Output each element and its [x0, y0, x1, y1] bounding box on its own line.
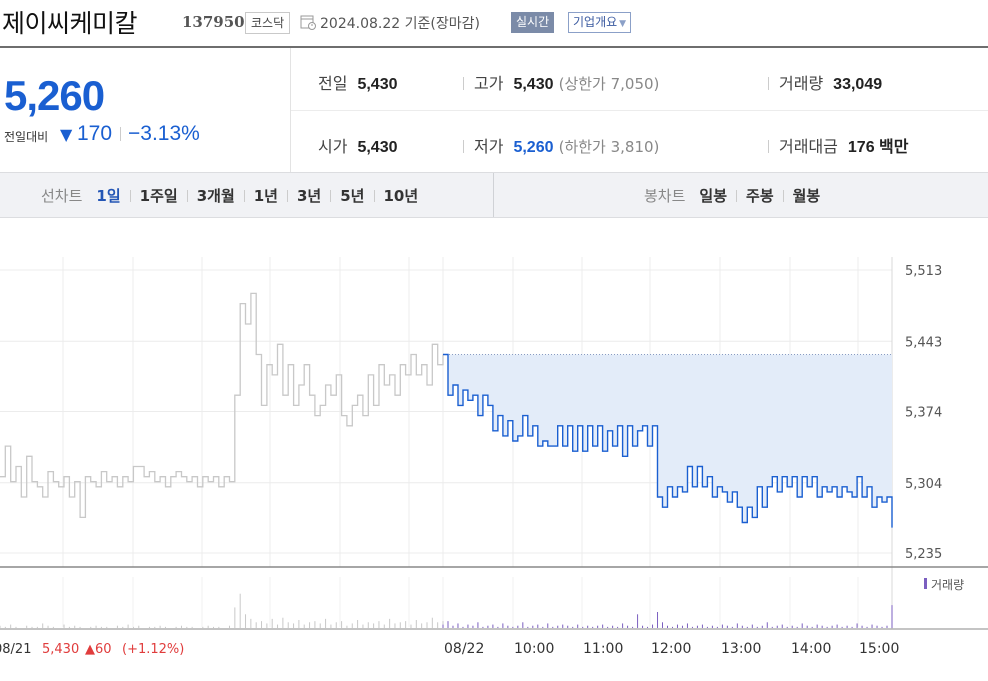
- y-tick-label: 5,513: [905, 264, 942, 279]
- x-tick-label: 11:00: [583, 641, 623, 657]
- divider: [493, 173, 494, 217]
- y-tick-label: 5,374: [905, 406, 942, 421]
- x-tick-label: 15:00: [859, 641, 899, 657]
- lower-limit: (하한가 3,810): [558, 138, 660, 156]
- prev-day-line: [0, 292, 444, 519]
- line-chart-title: 선차트: [41, 187, 83, 205]
- x-tick-label: 13:00: [721, 641, 761, 657]
- intraday-chart[interactable]: 5,513 5,443 5,374 5,304 5,235 거래량 08/22 10:00 11…: [0, 217, 988, 681]
- change-percent: −3.13%: [128, 122, 200, 145]
- high-cell: 고가 5,430 (상한가 7,050): [463, 70, 659, 94]
- y-tick-label: 5,443: [905, 335, 942, 350]
- company-overview-button[interactable]: 기업개요 ▼: [568, 12, 632, 33]
- tab-1y[interactable]: 1년: [254, 187, 278, 205]
- tab-1d[interactable]: 1일: [96, 187, 120, 205]
- change-label: 전일대비: [4, 130, 49, 144]
- tab-1w[interactable]: 1주일: [140, 187, 178, 205]
- x-tick-label: 14:00: [791, 641, 831, 657]
- divider: [463, 140, 464, 153]
- tab-5y[interactable]: 5년: [340, 187, 364, 205]
- x-tick-label: 12:00: [651, 641, 691, 657]
- tab-daily-candle[interactable]: 일봉: [699, 187, 727, 205]
- low-value: 5,260: [513, 139, 554, 156]
- tab-3m[interactable]: 3개월: [197, 187, 235, 205]
- divider: [782, 190, 784, 202]
- x-tick-label: 08/22: [444, 641, 484, 657]
- upper-limit: (상한가 7,050): [558, 75, 660, 93]
- divider: [768, 140, 769, 153]
- stock-header: 제이씨케미칼 137950 코스닥 2024.08.22 기준(장마감) 실시간…: [0, 0, 988, 46]
- market-badge: 코스닥: [245, 12, 291, 34]
- calendar-icon: [300, 15, 316, 30]
- volume-label: 거래량: [779, 74, 824, 93]
- open-value: 5,430: [357, 139, 398, 156]
- high-label: 고가: [474, 74, 504, 93]
- amount-value: 176 백만: [847, 139, 909, 156]
- prev-change-percent: (+1.12%): [122, 642, 184, 657]
- prev-date-label: 08/21: [0, 642, 31, 657]
- date-text: 2024.08.22 기준(장마감): [320, 16, 480, 32]
- volume-cell: 거래량 33,049: [768, 70, 882, 94]
- tab-10y[interactable]: 10년: [384, 187, 419, 205]
- stock-code: 137950: [182, 13, 245, 31]
- prev-close-label: 5,430: [42, 642, 79, 657]
- stats-row-1: 전일 5,430 고가 5,430 (상한가 7,050) 거래량 33,049: [291, 48, 988, 111]
- prev-close-value: 5,430: [357, 76, 398, 93]
- divider: [736, 190, 738, 202]
- stats-row-2: 시가 5,430 저가 5,260 (하한가 3,810) 거래대금 176 백만: [291, 111, 988, 173]
- prev-change-label: ▲60: [85, 642, 112, 657]
- stock-name: 제이씨케미칼: [2, 9, 138, 38]
- price-summary: 5,260 전일대비 ▼ 170 −3.13%: [0, 48, 291, 172]
- current-price: 5,260: [4, 72, 105, 119]
- divider: [463, 77, 464, 90]
- high-value: 5,430: [513, 76, 554, 93]
- amount-cell: 거래대금 176 백만: [768, 133, 908, 157]
- realtime-button[interactable]: 실시간: [511, 12, 555, 33]
- prev-close-cell: 전일 5,430: [318, 70, 398, 94]
- divider: [768, 77, 769, 90]
- chart-period-tabs: 선차트 1일 1주일 3개월 1년 3년 5년 10년 봉차트 일봉 주봉 월봉: [0, 172, 988, 218]
- x-tick-label: 10:00: [514, 641, 554, 657]
- tab-3y[interactable]: 3년: [297, 187, 321, 205]
- low-cell: 저가 5,260 (하한가 3,810): [463, 133, 659, 157]
- low-label: 저가: [474, 137, 504, 156]
- divider: [186, 190, 188, 202]
- prev-close-label: 전일: [318, 74, 348, 93]
- divider: [120, 127, 121, 141]
- volume-legend-label: 거래량: [931, 578, 964, 592]
- open-cell: 시가 5,430: [318, 133, 398, 157]
- divider: [330, 190, 332, 202]
- volume-legend-swatch: [924, 578, 927, 589]
- tab-monthly-candle[interactable]: 월봉: [793, 187, 821, 205]
- divider: [373, 190, 375, 202]
- volume-value: 33,049: [833, 76, 883, 93]
- tab-weekly-candle[interactable]: 주봉: [746, 187, 774, 205]
- open-label: 시가: [318, 137, 348, 156]
- line-chart-tabs: 선차트 1일 1주일 3개월 1년 3년 5년 10년: [41, 185, 418, 206]
- amount-label: 거래대금: [779, 137, 838, 156]
- candle-chart-title: 봉차트: [644, 187, 686, 205]
- down-arrow-icon: ▼: [60, 125, 73, 144]
- chevron-down-icon: ▼: [619, 19, 627, 29]
- y-tick-label: 5,235: [905, 547, 942, 562]
- y-tick-label: 5,304: [905, 477, 942, 492]
- divider: [287, 190, 288, 202]
- change-value: 170: [77, 122, 113, 145]
- company-overview-label: 기업개요: [573, 15, 618, 29]
- divider: [129, 190, 131, 202]
- divider: [243, 190, 245, 202]
- candle-chart-tabs: 봉차트 일봉 주봉 월봉: [644, 185, 820, 206]
